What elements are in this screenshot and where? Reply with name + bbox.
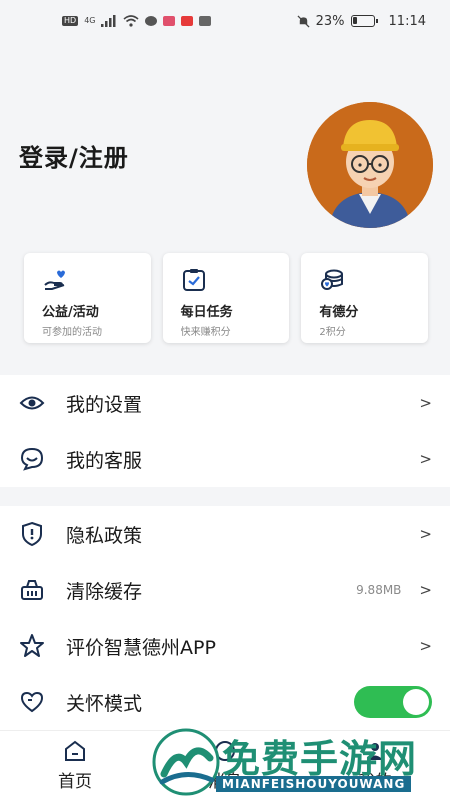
- eye-icon: [18, 389, 46, 417]
- chevron-right-icon: >: [419, 525, 432, 543]
- row-label: 清除缓存: [66, 580, 143, 603]
- watermark-title: 免费手游网: [222, 737, 418, 781]
- chevron-right-icon: >: [419, 581, 432, 599]
- nav-label: 首页: [58, 772, 92, 792]
- card-subtitle: 可参加的活动: [42, 327, 102, 338]
- row-privacy-policy[interactable]: 隐私政策 >: [0, 506, 450, 562]
- row-customer-service[interactable]: 我的客服 >: [0, 431, 450, 487]
- toggle-knob: [403, 689, 429, 715]
- card-title: 公益/活动: [42, 305, 99, 320]
- profile-header: 登录/注册: [0, 42, 450, 252]
- status-right: 23% 11:14: [297, 14, 426, 29]
- hd-icon: HD: [62, 16, 79, 26]
- row-clear-cache[interactable]: 清除缓存 9.88MB >: [0, 562, 450, 618]
- chevron-right-icon: >: [419, 450, 432, 468]
- row-rate-app[interactable]: 评价智慧德州APP >: [0, 618, 450, 674]
- signal-bars-icon: [101, 15, 116, 27]
- coins-icon: [321, 269, 344, 290]
- charity-hand-icon: [44, 270, 65, 290]
- app-icon: [145, 16, 158, 26]
- battery-icon: [350, 15, 378, 27]
- quick-cards: 公益/活动 可参加的活动 每日任务 快来赚积分 有德分 2积分: [24, 253, 429, 343]
- basket-icon: [18, 576, 46, 604]
- card-subtitle: 快来赚积分: [180, 327, 231, 338]
- settings-group-2: 隐私政策 > 清除缓存 9.88MB > 评价智慧德州APP > 关怀模式: [0, 506, 450, 730]
- settings-group-1: 我的设置 > 我的客服 >: [0, 375, 450, 487]
- card-title: 每日任务: [180, 305, 233, 320]
- card-subtitle: 2积分: [319, 327, 346, 338]
- watermark-logo-icon: [152, 728, 220, 796]
- home-icon: [65, 740, 85, 761]
- row-my-settings[interactable]: 我的设置 >: [0, 375, 450, 431]
- heart-icon: [18, 688, 46, 716]
- card-daily-tasks[interactable]: 每日任务 快来赚积分: [162, 253, 290, 343]
- mute-bell-icon: [297, 14, 310, 28]
- shield-icon: [18, 520, 46, 548]
- card-charity-activities[interactable]: 公益/活动 可参加的活动: [24, 253, 151, 343]
- card-title: 有德分: [319, 305, 359, 320]
- wifi-icon: [123, 15, 140, 27]
- clipboard-check-icon: [182, 269, 205, 291]
- watermark-subtitle: MIANFEISHOUYOUWANG: [216, 776, 412, 792]
- clock: 11:14: [388, 13, 426, 29]
- star-icon: [18, 632, 46, 660]
- login-register-link[interactable]: 登录/注册: [19, 138, 129, 173]
- row-care-mode: 关怀模式: [0, 674, 450, 730]
- app-icon: [199, 16, 212, 26]
- row-label: 关怀模式: [66, 692, 143, 715]
- chevron-right-icon: >: [419, 637, 432, 655]
- app-icon: [163, 16, 176, 26]
- battery-percent: 23%: [315, 13, 345, 29]
- cache-size: 9.88MB: [356, 583, 402, 597]
- app-icon: [181, 16, 194, 26]
- nav-home[interactable]: 首页: [0, 731, 150, 800]
- care-mode-toggle[interactable]: [354, 686, 432, 718]
- avatar[interactable]: [307, 102, 433, 228]
- status-bar: HD 4G 23% 11:14: [0, 0, 450, 42]
- row-label: 隐私政策: [66, 524, 143, 547]
- chat-smile-icon: [18, 445, 46, 473]
- signal-4g-icon: 4G: [84, 16, 96, 25]
- status-left: HD 4G: [62, 15, 212, 27]
- card-points[interactable]: 有德分 2积分: [301, 253, 429, 343]
- row-label: 我的客服: [66, 449, 143, 472]
- row-label: 评价智慧德州APP: [66, 636, 216, 659]
- row-label: 我的设置: [66, 393, 143, 416]
- watermark: 免费手游网 MIANFEISHOUYOUWANG: [152, 726, 450, 800]
- chevron-right-icon: >: [419, 394, 432, 412]
- avatar-illustration: [307, 102, 433, 228]
